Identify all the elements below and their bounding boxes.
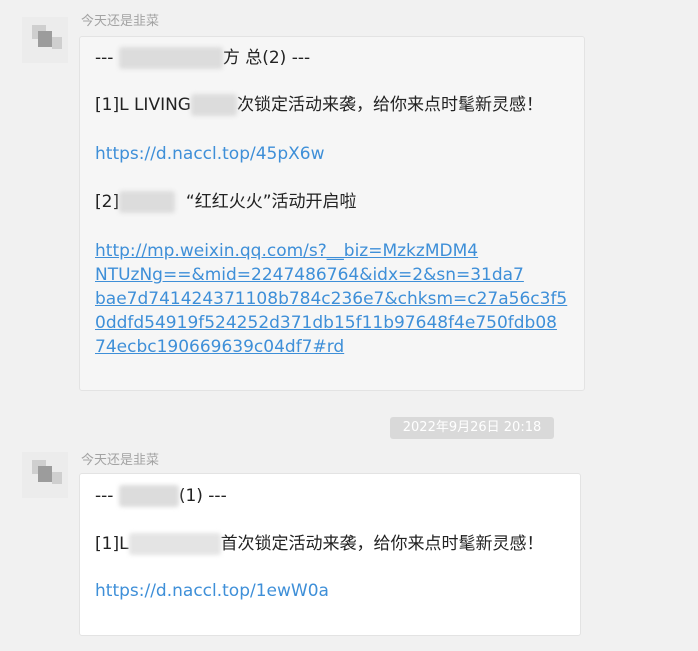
redacted-text xyxy=(190,94,237,116)
message-item: [1]L 首次锁定活动来袭，给你来点时髦新灵感！ xyxy=(95,533,544,555)
message-item: [1]L LIVING 次锁定活动来袭，给你来点时髦新灵感！ xyxy=(95,94,543,116)
timestamp: 2022年9月26日 20:18 xyxy=(390,417,554,439)
message-header: --- 方 总(2) --- xyxy=(95,47,311,69)
sender-name: 今天还是韭菜 xyxy=(81,453,160,468)
sender-avatar[interactable] xyxy=(22,17,68,63)
redacted-text xyxy=(118,47,223,69)
short-link[interactable]: https://d.naccl.top/45pX6w xyxy=(95,142,325,166)
redacted-text xyxy=(128,533,221,555)
redacted-text xyxy=(119,191,176,213)
message-bubble[interactable]: --- (1) --- [1]L 首次锁定活动来袭，给你来点时髦新灵感！ http… xyxy=(79,473,581,636)
sender-name: 今天还是韭菜 xyxy=(81,14,160,29)
sender-avatar[interactable] xyxy=(22,452,68,498)
message-bubble[interactable]: --- 方 总(2) --- [1]L LIVING 次锁定活动来袭，给你来点时髦… xyxy=(79,36,585,391)
message-header: --- (1) --- xyxy=(95,485,227,507)
redacted-text xyxy=(118,485,179,507)
short-link[interactable]: https://d.naccl.top/1ewW0a xyxy=(95,579,329,603)
article-link[interactable]: http://mp.weixin.qq.com/s?__biz=MzkzMDM4… xyxy=(95,239,567,359)
message-item: [2] “红红火火”活动开启啦 xyxy=(95,191,357,213)
